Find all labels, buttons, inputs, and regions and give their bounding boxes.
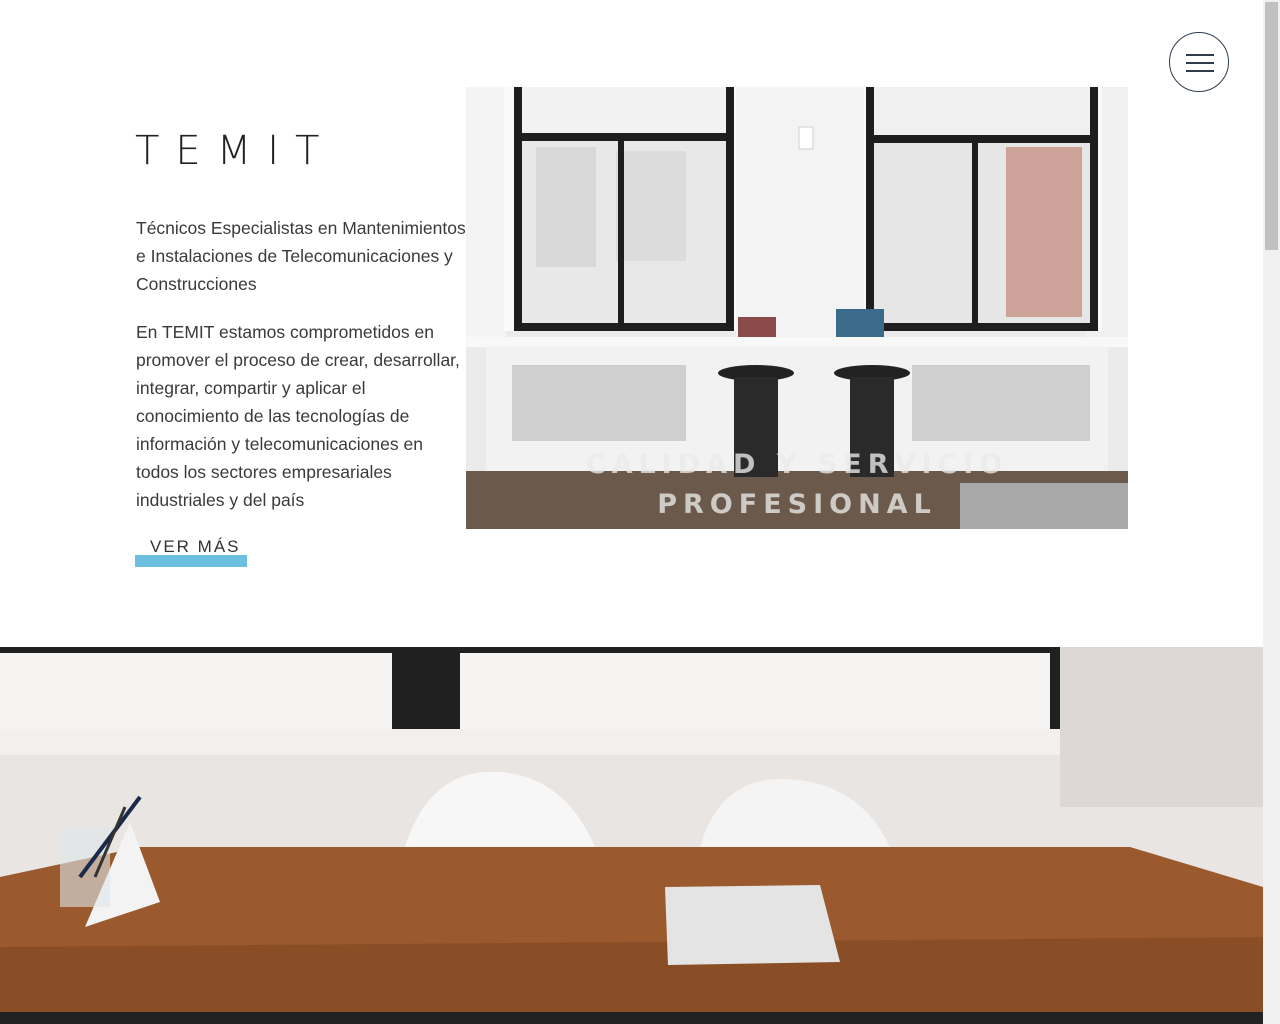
hero-image: CALIDAD Y SERVICIO PROFESIONAL	[466, 87, 1128, 529]
menu-button[interactable]	[1169, 32, 1229, 92]
caption-line-2: PROFESIONAL	[657, 489, 937, 520]
office-photo	[0, 647, 1263, 1024]
hamburger-icon-bar	[1186, 62, 1214, 64]
brand-title: TEMIT	[135, 128, 336, 174]
hamburger-icon-bar	[1186, 70, 1214, 72]
hero-tagline: Técnicos Especialistas en Mantenimientos…	[136, 218, 466, 294]
ver-mas-button[interactable]: VER MÁS	[135, 535, 247, 567]
hero-description: En TEMIT estamos comprometidos en promov…	[136, 322, 460, 510]
page: TEMIT Técnicos Especialistas en Mantenim…	[0, 0, 1263, 1024]
hamburger-icon	[1186, 54, 1214, 56]
scrollbar-thumb[interactable]	[1265, 2, 1278, 250]
office-table-image	[0, 647, 1263, 1024]
page-scrollbar[interactable]	[1263, 0, 1280, 1024]
caption-line-1: CALIDAD Y SERVICIO	[585, 449, 1009, 480]
cta-label: VER MÁS	[150, 537, 241, 556]
hero-image-caption: CALIDAD Y SERVICIO PROFESIONAL	[466, 445, 1128, 525]
